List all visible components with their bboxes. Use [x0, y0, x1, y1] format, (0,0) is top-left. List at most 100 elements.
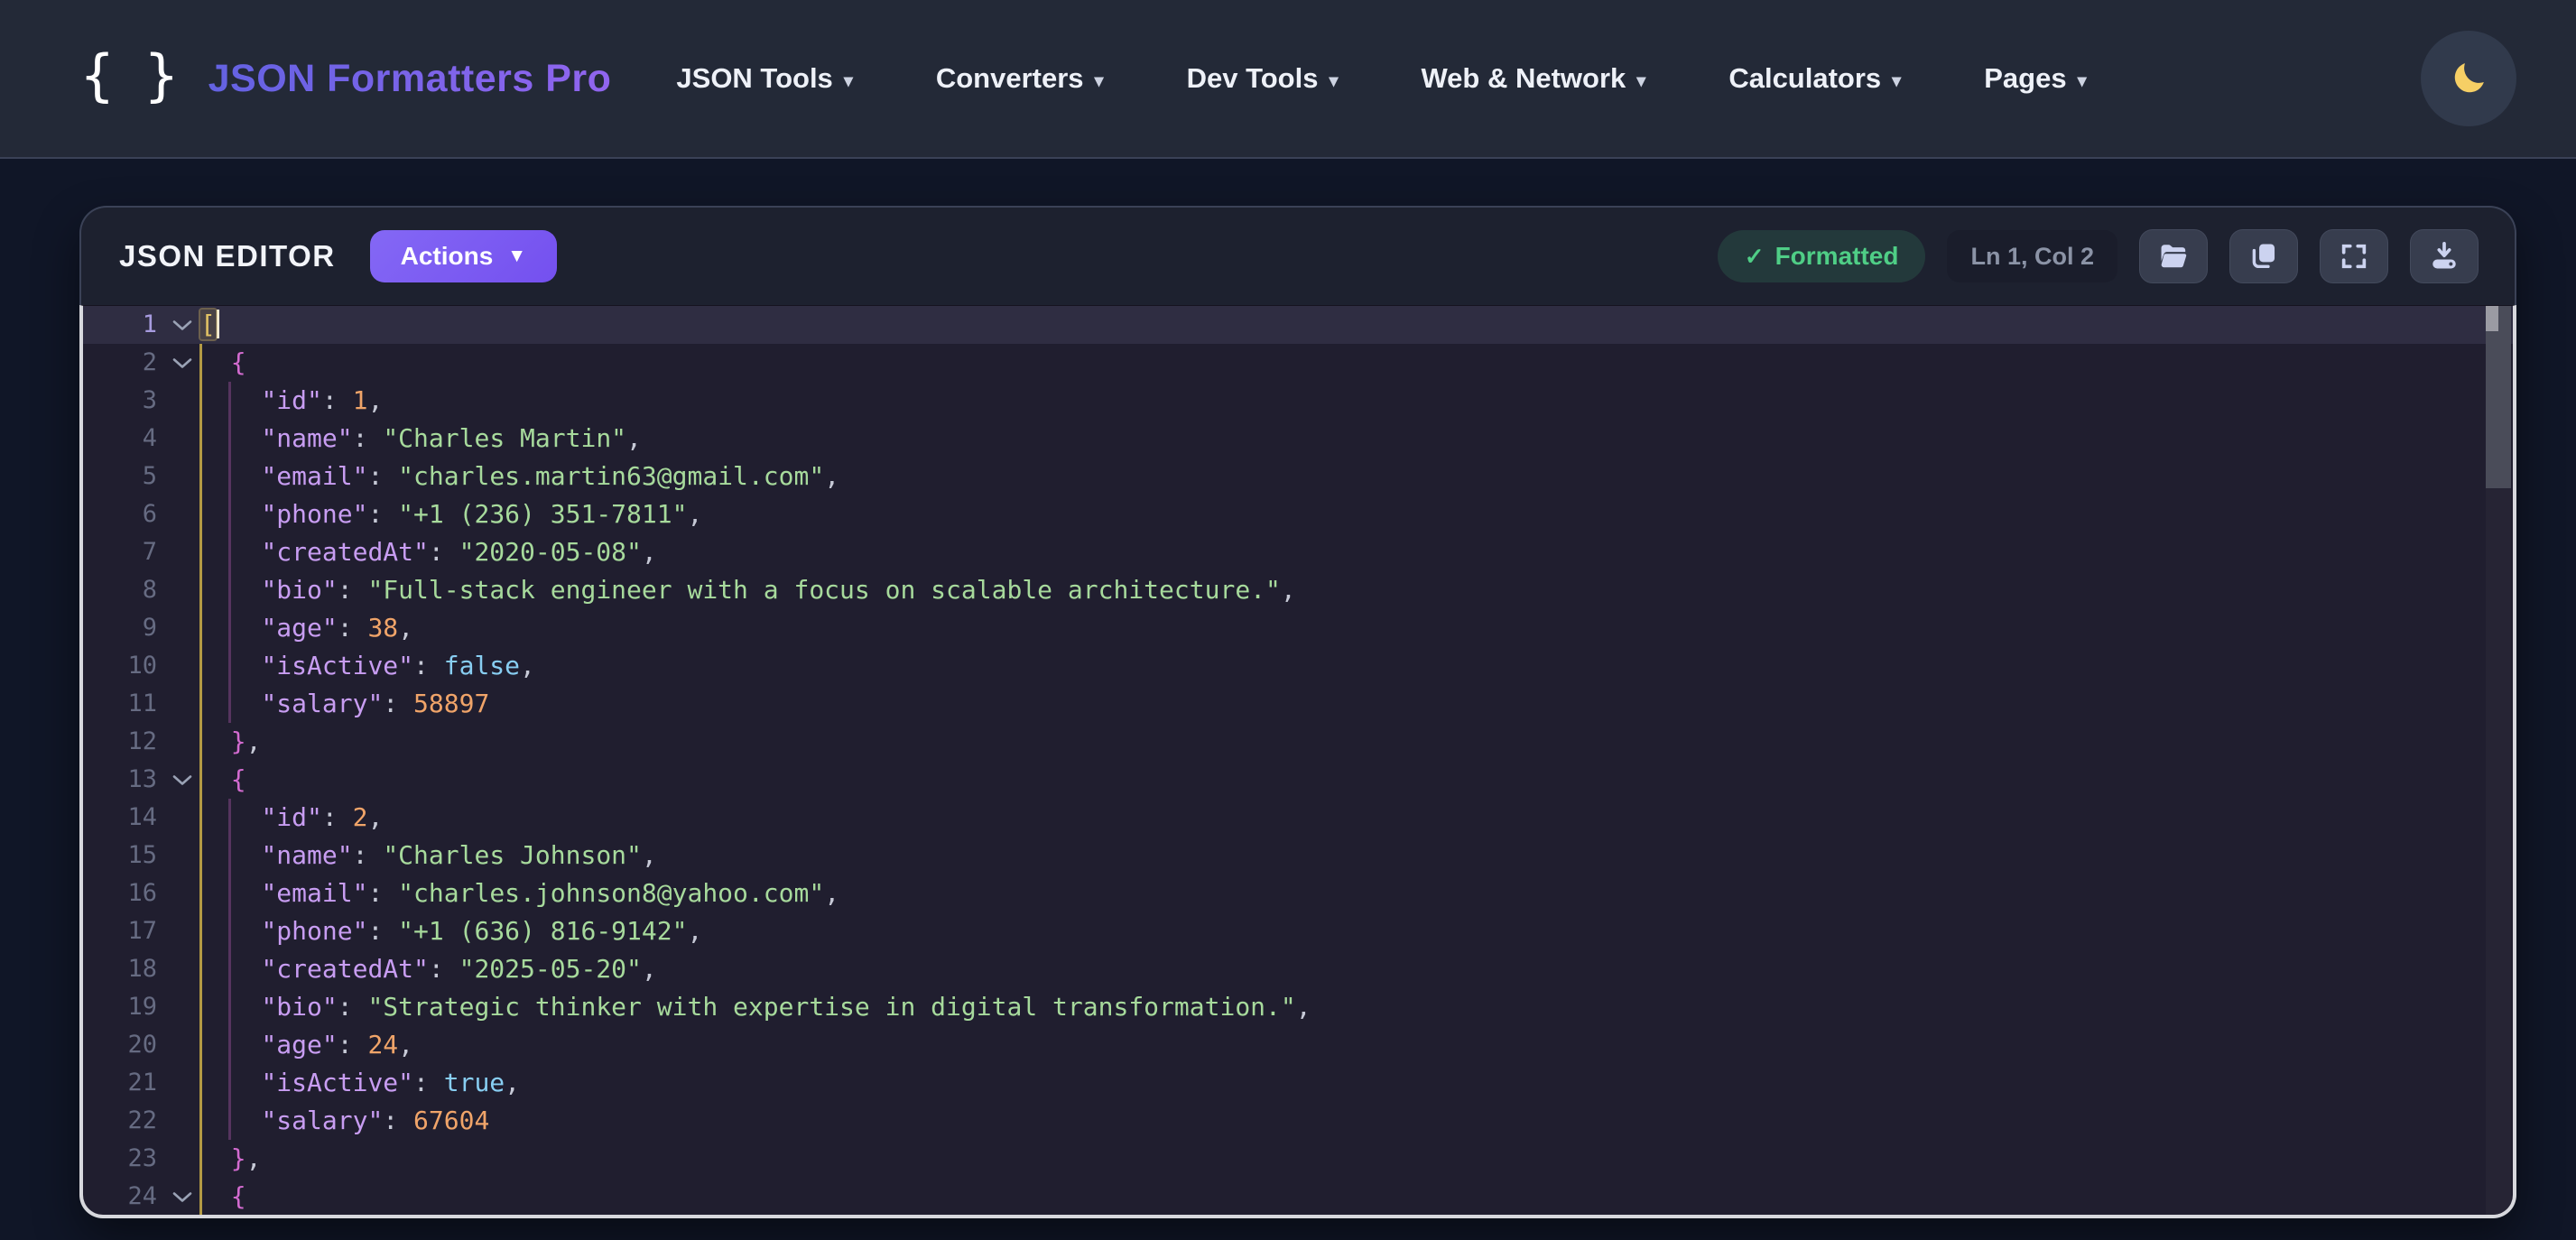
nav-item-label: JSON Tools	[676, 62, 832, 95]
chevron-down-icon: ▾	[1095, 66, 1104, 92]
gutter: 18	[83, 950, 200, 988]
code-line[interactable]: 22 "salary": 67604	[83, 1102, 2513, 1140]
fold-slot	[164, 723, 200, 761]
fold-slot	[164, 1026, 200, 1064]
code-line[interactable]: 21 "isActive": true,	[83, 1064, 2513, 1102]
code-line[interactable]: 24 {	[83, 1178, 2513, 1216]
code-text: "bio": "Strategic thinker with expertise…	[200, 988, 1311, 1026]
gutter: 10	[83, 647, 200, 685]
gutter: 23	[83, 1140, 200, 1178]
scrollbar-cursor-marker	[2486, 306, 2498, 331]
fold-slot	[164, 495, 200, 533]
chevron-down-icon: ▾	[1892, 66, 1901, 92]
nav-item-converters[interactable]: Converters▾	[936, 62, 1104, 95]
code-text: },	[200, 723, 261, 761]
fold-slot	[164, 837, 200, 874]
code-line[interactable]: 18 "createdAt": "2025-05-20",	[83, 950, 2513, 988]
gutter: 4	[83, 420, 200, 458]
line-number: 22	[83, 1102, 157, 1140]
code-line[interactable]: 23 },	[83, 1140, 2513, 1178]
code-line[interactable]: 6 "phone": "+1 (236) 351-7811",	[83, 495, 2513, 533]
code-text: "id": 2,	[200, 799, 383, 837]
code-line[interactable]: 12 },	[83, 723, 2513, 761]
gutter: 15	[83, 837, 200, 874]
code-line[interactable]: 17 "phone": "+1 (636) 816-9142",	[83, 912, 2513, 950]
nav-item-web-network[interactable]: Web & Network▾	[1421, 62, 1645, 95]
gutter: 13	[83, 761, 200, 799]
nav-item-calculators[interactable]: Calculators ▾	[1728, 62, 1901, 95]
code-line[interactable]: 13 {	[83, 761, 2513, 799]
copy-button[interactable]	[2229, 229, 2298, 283]
nav-item-pages[interactable]: Pages▾	[1984, 62, 2086, 95]
open-file-button[interactable]	[2139, 229, 2208, 283]
gutter: 21	[83, 1064, 200, 1102]
gutter: 7	[83, 533, 200, 571]
gutter: 24	[83, 1178, 200, 1216]
app-logo[interactable]: { } JSON Formatters Pro	[79, 48, 611, 109]
code-line[interactable]: 16 "email": "charles.johnson8@yahoo.com"…	[83, 874, 2513, 912]
scrollbar-thumb[interactable]	[2486, 306, 2511, 488]
check-icon: ✓	[1745, 243, 1765, 271]
code-line[interactable]: 5 "email": "charles.martin63@gmail.com",	[83, 458, 2513, 495]
fold-slot	[164, 1102, 200, 1140]
gutter: 22	[83, 1102, 200, 1140]
download-button[interactable]	[2410, 229, 2479, 283]
code-text: {	[200, 1178, 246, 1216]
line-number: 4	[83, 420, 157, 458]
fold-chevron-icon[interactable]	[164, 1178, 200, 1216]
chevron-down-icon: ▾	[1636, 66, 1645, 92]
gutter: 5	[83, 458, 200, 495]
open-file-icon	[2158, 241, 2189, 272]
fold-chevron-icon[interactable]	[164, 344, 200, 382]
fold-chevron-icon[interactable]	[164, 306, 200, 344]
gutter: 2	[83, 344, 200, 382]
code-line[interactable]: 7 "createdAt": "2020-05-08",	[83, 533, 2513, 571]
json-editor[interactable]: 1[2 {3 "id": 1,4 "name": "Charles Martin…	[79, 305, 2516, 1218]
code-line[interactable]: 20 "age": 24,	[83, 1026, 2513, 1064]
fullscreen-button[interactable]	[2320, 229, 2388, 283]
fold-slot	[164, 685, 200, 723]
line-number: 24	[83, 1178, 157, 1216]
code-line[interactable]: 15 "name": "Charles Johnson",	[83, 837, 2513, 874]
nav-item-label: Calculators	[1728, 62, 1881, 95]
fold-slot	[164, 609, 200, 647]
status-badge-label: Formatted	[1775, 242, 1899, 271]
fold-chevron-icon[interactable]	[164, 761, 200, 799]
fold-slot	[164, 1140, 200, 1178]
editor-scrollbar[interactable]	[2486, 306, 2511, 1215]
line-number: 8	[83, 571, 157, 609]
gutter: 20	[83, 1026, 200, 1064]
nav-item-json-tools[interactable]: JSON Tools▾	[676, 62, 852, 95]
code-text: {	[200, 344, 246, 382]
code-text: "name": "Charles Martin",	[200, 420, 642, 458]
gutter: 11	[83, 685, 200, 723]
page-title: JSON EDITOR	[119, 239, 336, 273]
line-number: 15	[83, 837, 157, 874]
line-number: 10	[83, 647, 157, 685]
download-icon	[2429, 241, 2460, 272]
nav-item-dev-tools[interactable]: Dev Tools▾	[1187, 62, 1339, 95]
code-line[interactable]: 2 {	[83, 344, 2513, 382]
code-line[interactable]: 14 "id": 2,	[83, 799, 2513, 837]
chevron-down-icon: ▾	[2078, 66, 2087, 92]
actions-button[interactable]: Actions ▼	[370, 230, 557, 282]
code-line[interactable]: 19 "bio": "Strategic thinker with expert…	[83, 988, 2513, 1026]
code-line[interactable]: 3 "id": 1,	[83, 382, 2513, 420]
code-text: "age": 24,	[200, 1026, 413, 1064]
code-line[interactable]: 11 "salary": 58897	[83, 685, 2513, 723]
code-line[interactable]: 10 "isActive": false,	[83, 647, 2513, 685]
code-area: 1[2 {3 "id": 1,4 "name": "Charles Martin…	[83, 306, 2513, 1216]
code-line[interactable]: 4 "name": "Charles Martin",	[83, 420, 2513, 458]
gutter: 16	[83, 874, 200, 912]
copy-icon	[2248, 241, 2279, 272]
fold-slot	[164, 571, 200, 609]
code-text: "age": 38,	[200, 609, 413, 647]
code-line[interactable]: 1[	[83, 306, 2513, 344]
code-line[interactable]: 8 "bio": "Full-stack engineer with a foc…	[83, 571, 2513, 609]
line-number: 7	[83, 533, 157, 571]
theme-toggle-button[interactable]	[2421, 31, 2516, 126]
line-number: 18	[83, 950, 157, 988]
code-line[interactable]: 9 "age": 38,	[83, 609, 2513, 647]
line-number: 14	[83, 799, 157, 837]
line-number: 17	[83, 912, 157, 950]
